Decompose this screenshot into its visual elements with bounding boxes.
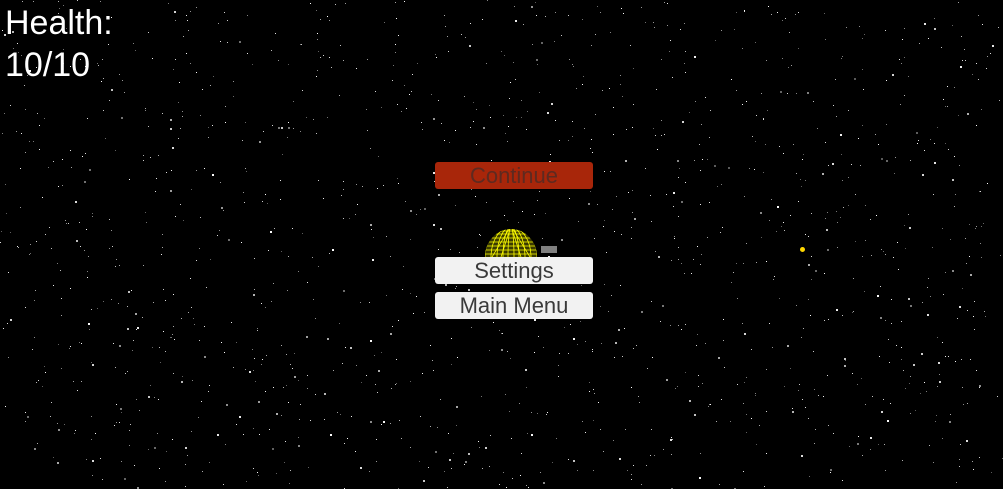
settings-button[interactable]: Settings	[435, 257, 593, 284]
health-display: Health: 10/10	[5, 2, 113, 86]
health-label: Health:	[5, 4, 113, 42]
game-viewport: Health: 10/10 Continue Settings Main Men…	[0, 0, 1003, 489]
gun-barrel-icon	[541, 246, 557, 253]
wireframe-mesh	[485, 229, 537, 257]
player-wireframe-sphere-icon	[485, 229, 537, 257]
main-menu-button[interactable]: Main Menu	[435, 292, 593, 319]
continue-button[interactable]: Continue	[435, 162, 593, 189]
health-value: 10/10	[5, 46, 91, 84]
yellow-dot-icon	[800, 247, 805, 252]
